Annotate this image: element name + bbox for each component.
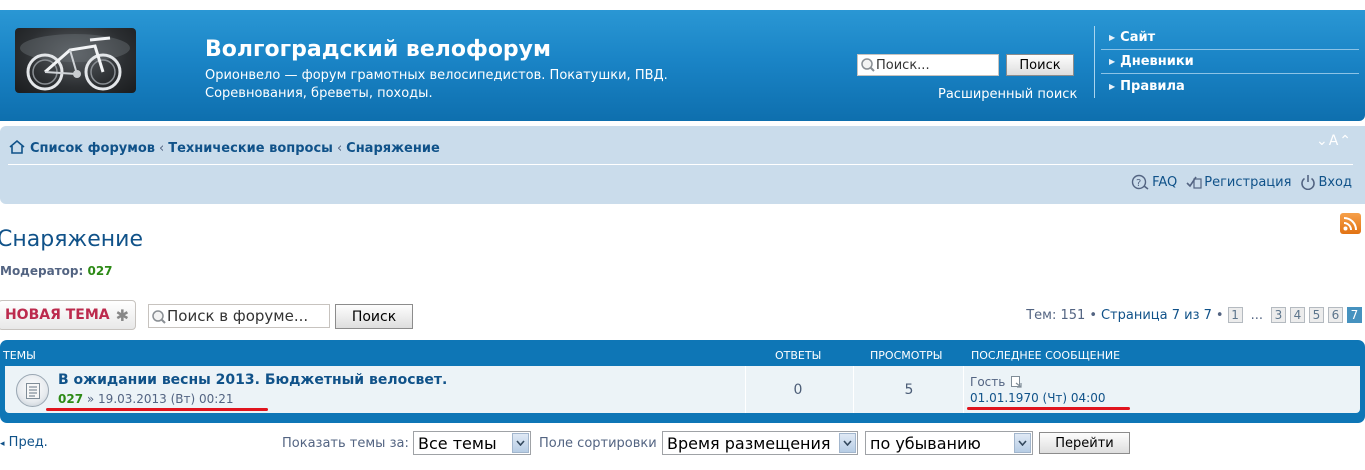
- chevron-down-icon: [512, 433, 529, 453]
- breadcrumb-separator: ‹: [336, 140, 343, 156]
- faq-icon: ?: [1131, 174, 1149, 190]
- topic-title-link[interactable]: В ожидании весны 2013. Бюджетный велосве…: [58, 372, 447, 388]
- sort-field-label: Поле сортировки: [539, 436, 657, 451]
- home-icon[interactable]: [8, 139, 26, 155]
- header-search-input[interactable]: [876, 56, 994, 74]
- arrow-right-icon: ▶: [1109, 57, 1116, 66]
- bullet: •: [1089, 307, 1097, 323]
- chevron-down-icon: [1014, 433, 1031, 453]
- topic-views: 5: [904, 382, 914, 398]
- topics-table-header: ТЕМЫ ОТВЕТЫ ПРОСМОТРЫ ПОСЛЕДНЕЕ СООБЩЕНИ…: [0, 340, 1365, 365]
- page-link-1[interactable]: 1: [1227, 307, 1243, 323]
- header-last-post: ПОСЛЕДНЕЕ СООБЩЕНИЕ: [971, 349, 1121, 362]
- search-icon: [149, 306, 167, 326]
- page-indicator[interactable]: Страница 7 из 7: [1101, 308, 1212, 323]
- advanced-search-link[interactable]: Расширенный поиск: [938, 87, 1077, 102]
- arrow-right-icon: ▶: [1109, 33, 1116, 42]
- topic-replies: 0: [793, 382, 803, 398]
- topics-table: ТЕМЫ ОТВЕТЫ ПРОСМОТРЫ ПОСЛЕДНЕЕ СООБЩЕНИ…: [0, 340, 1365, 423]
- red-underline-annotation: [967, 407, 1130, 410]
- svg-text:?: ?: [1136, 178, 1141, 189]
- breadcrumb-equipment[interactable]: Снаряжение: [346, 141, 440, 156]
- user-links: ? FAQ Регистрация Вход: [1123, 174, 1352, 190]
- topic-read-icon: [16, 374, 49, 407]
- faq-link[interactable]: ? FAQ: [1131, 174, 1177, 190]
- site-description: Орионвело — форум грамотных велосипедист…: [205, 68, 668, 101]
- login-link[interactable]: Вход: [1299, 174, 1352, 190]
- page-title[interactable]: Снаряжение: [0, 227, 143, 252]
- header-nav: ▶ Сайт ▶ Дневники ▶ Правила: [1101, 26, 1359, 98]
- nav-link-rules[interactable]: ▶ Правила: [1101, 74, 1359, 98]
- forum-search-input[interactable]: [167, 305, 327, 327]
- page-link-3[interactable]: 3: [1271, 307, 1286, 323]
- show-topics-select[interactable]: Все темы: [413, 431, 531, 455]
- chevron-left-icon: ◂: [0, 439, 5, 449]
- go-button[interactable]: Перейти: [1039, 432, 1130, 454]
- header-search-box: [857, 54, 999, 76]
- rss-icon[interactable]: [1340, 213, 1361, 234]
- pagination: Тем: 151 • Страница 7 из 7 • 1 ... 3 4 5…: [1026, 307, 1362, 323]
- power-icon: [1301, 175, 1316, 190]
- moderator-link[interactable]: 027: [87, 264, 112, 278]
- page-link-5[interactable]: 5: [1309, 307, 1324, 323]
- nav-link-site[interactable]: ▶ Сайт: [1101, 26, 1359, 50]
- moderator-info: Модератор: 027: [0, 264, 113, 278]
- breadcrumb-forum-index[interactable]: Список форумов: [30, 141, 155, 156]
- asterisk-icon: ✱: [115, 305, 130, 325]
- pagination-ellipsis: ...: [1250, 307, 1263, 323]
- topic-author-link[interactable]: 027: [58, 392, 83, 406]
- register-link[interactable]: Регистрация: [1185, 174, 1291, 190]
- header-search-button[interactable]: Поиск: [1006, 54, 1074, 76]
- column-divider: [853, 366, 854, 413]
- prev-page-link[interactable]: ◂ Пред.: [0, 435, 48, 450]
- header-replies: ОТВЕТЫ: [775, 349, 822, 362]
- forum-search-box: [148, 304, 330, 328]
- register-icon: [1186, 176, 1202, 189]
- chevron-down-icon: [839, 433, 856, 453]
- breadcrumb: Список форумов ‹ Технические вопросы ‹ С…: [8, 139, 440, 156]
- forum-search-button[interactable]: Поиск: [335, 304, 413, 329]
- breadcrumb-tech-questions[interactable]: Технические вопросы: [168, 141, 333, 156]
- view-latest-post-icon[interactable]: [1011, 376, 1023, 388]
- navbar: Список форумов ‹ Технические вопросы ‹ С…: [0, 126, 1365, 204]
- sort-order-select[interactable]: по убыванию: [865, 431, 1033, 455]
- search-icon: [858, 55, 876, 75]
- new-topic-button[interactable]: НОВАЯ ТЕМА ✱: [0, 300, 136, 330]
- page-link-6[interactable]: 6: [1328, 307, 1343, 323]
- topic-meta: 027 » 19.03.2013 (Вт) 00:21: [58, 392, 234, 406]
- header-views: ПРОСМОТРЫ: [870, 349, 943, 362]
- page-current: 7: [1347, 307, 1362, 323]
- navbar-divider: [8, 164, 1353, 165]
- site-header: Волгоградский велофорум Орионвело — фору…: [0, 10, 1365, 121]
- page-link-4[interactable]: 4: [1290, 307, 1305, 323]
- header-divider: [1094, 26, 1095, 98]
- column-divider: [963, 366, 964, 413]
- last-post-time: 01.01.1970 (Чт) 04:00: [970, 391, 1106, 405]
- show-topics-label: Показать темы за:: [282, 436, 409, 451]
- site-title[interactable]: Волгоградский велофорум: [205, 37, 551, 62]
- header-topics: ТЕМЫ: [3, 349, 36, 362]
- breadcrumb-separator: ‹: [159, 140, 165, 156]
- bullet: •: [1215, 307, 1224, 323]
- nav-link-diaries[interactable]: ▶ Дневники: [1101, 50, 1359, 74]
- red-underline-annotation: [46, 408, 268, 411]
- sort-field-select[interactable]: Время размещения: [662, 431, 858, 455]
- arrow-right-icon: ▶: [1109, 81, 1116, 91]
- site-logo[interactable]: [15, 28, 136, 93]
- topic-count: Тем: 151: [1026, 307, 1086, 323]
- font-size-toggle[interactable]: ⌄A⌃: [1316, 133, 1352, 149]
- last-post-author: Гость: [970, 375, 1023, 389]
- column-divider: [745, 366, 746, 413]
- topic-date: » 19.03.2013 (Вт) 00:21: [86, 392, 234, 406]
- table-row: В ожидании весны 2013. Бюджетный велосве…: [5, 366, 1360, 413]
